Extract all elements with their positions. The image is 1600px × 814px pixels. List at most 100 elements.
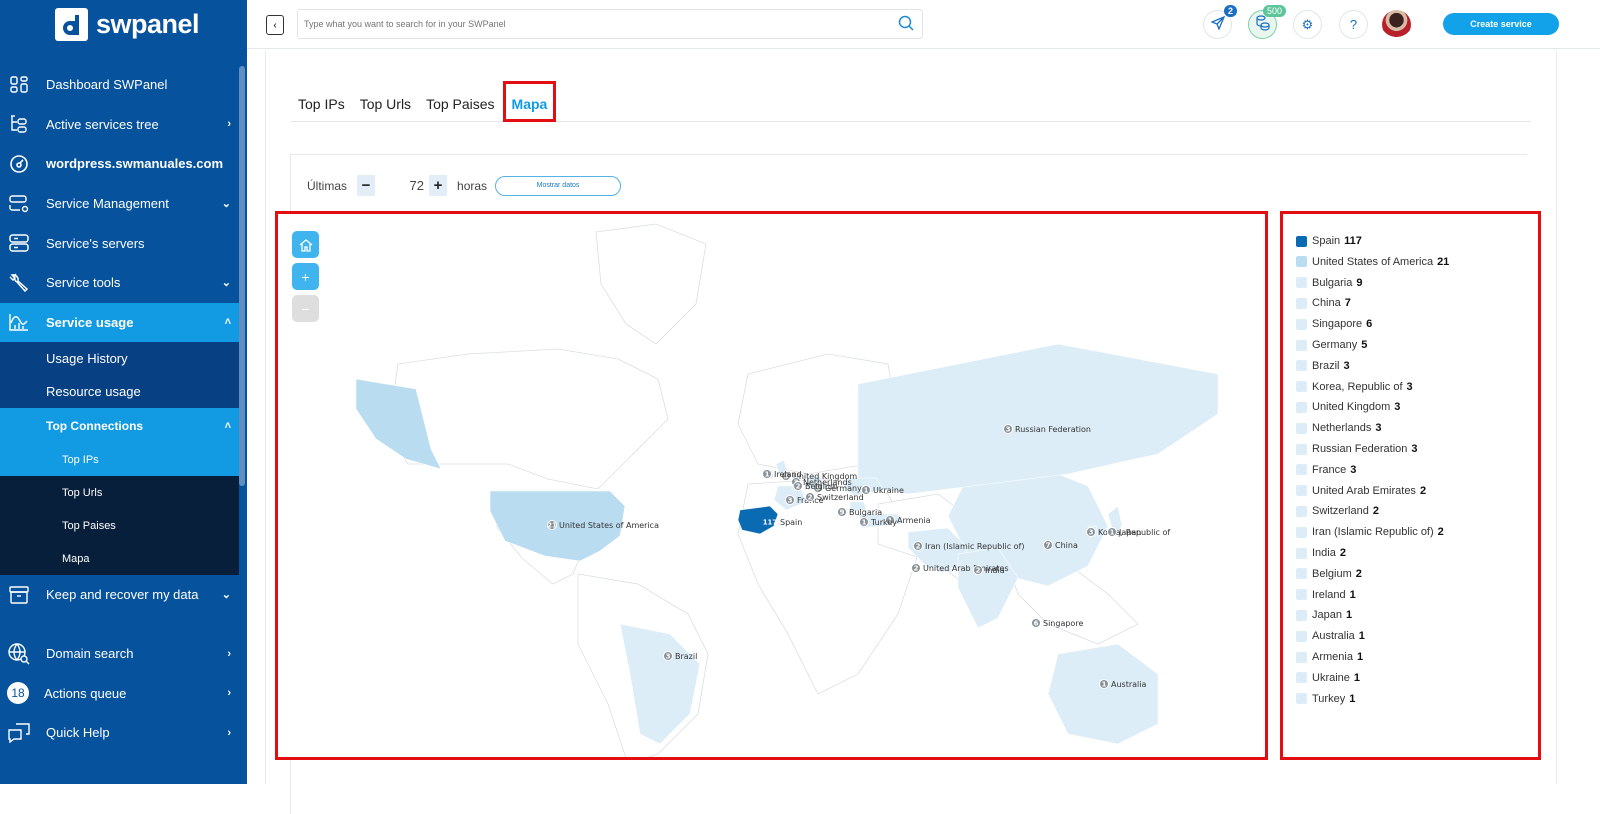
sidebar-item-label: Usage History — [46, 351, 128, 367]
legend-item-india[interactable]: India 2 — [1296, 544, 1346, 562]
map-legend: Spain 117 United States of America 21 Bulgar… — [1280, 211, 1541, 760]
legend-item-switzerland[interactable]: Switzerland 2 — [1296, 502, 1379, 520]
legend-item-ukraine[interactable]: Ukraine 1 — [1296, 669, 1360, 687]
sidebar-item-mapa[interactable]: Mapa — [0, 542, 239, 575]
map-zoom-out-button[interactable]: − — [292, 295, 319, 322]
country-australia[interactable] — [1047, 643, 1159, 745]
help-button[interactable]: ? — [1339, 10, 1368, 39]
marker-iran-islamic-republic-of[interactable]: 2 Iran (Islamic Republic of) — [913, 541, 1025, 552]
marker-belgium[interactable]: 2 Belgium — [793, 481, 839, 492]
marker-label: Japan — [1118, 528, 1141, 537]
map-home-button[interactable] — [292, 231, 319, 258]
marker-value: 21 — [547, 522, 557, 530]
tab-mapa[interactable]: Mapa — [502, 81, 557, 122]
legend-item-belgium[interactable]: Belgium 2 — [1296, 565, 1362, 583]
legend-country-value: 2 — [1355, 567, 1362, 580]
legend-item-united-arab-emirates[interactable]: United Arab Emirates 2 — [1296, 482, 1426, 500]
sidebar-item-actions-queue[interactable]: 18 Actions queue › — [0, 673, 239, 713]
marker-india[interactable]: 2 India — [973, 565, 1005, 576]
tab-top-paises[interactable]: Top Paises — [419, 90, 502, 121]
marker-bulgaria[interactable]: 9 Bulgaria — [837, 507, 883, 518]
legend-item-singapore[interactable]: Singapore 6 — [1296, 315, 1372, 333]
tab-top-urls[interactable]: Top Urls — [353, 90, 419, 121]
tab-top-ips[interactable]: Top IPs — [291, 90, 353, 121]
legend-swatch — [1296, 422, 1307, 434]
chevron-up-icon: ˄ — [224, 316, 231, 329]
legend-item-france[interactable]: France 3 — [1296, 461, 1356, 479]
marker-singapore[interactable]: 6 Singapore — [1031, 618, 1084, 629]
marker-china[interactable]: 7 China — [1043, 540, 1078, 551]
legend-item-russian-federation[interactable]: Russian Federation 3 — [1296, 440, 1418, 458]
credits-button[interactable]: 500 — [1248, 5, 1286, 39]
sidebar-item-services-servers[interactable]: Service's servers — [0, 223, 239, 263]
hours-input[interactable] — [375, 175, 430, 196]
decrement-button[interactable]: − — [357, 175, 376, 196]
legend-item-united-states-of-america[interactable]: United States of America 21 — [1296, 253, 1449, 271]
legend-item-australia[interactable]: Australia 1 — [1296, 627, 1365, 645]
chevron-right-icon: › — [227, 118, 231, 131]
marker-russian-federation[interactable]: 3 Russian Federation — [1003, 424, 1091, 435]
search-input[interactable] — [298, 10, 878, 38]
sidebar-item-top-ips[interactable]: Top IPs — [0, 443, 239, 477]
send-notifications-button[interactable]: 2 — [1203, 5, 1237, 39]
globe-search-icon — [8, 642, 30, 665]
legend-swatch — [1296, 672, 1307, 684]
marker-australia[interactable]: 1 Australia — [1099, 679, 1147, 690]
legend-country-value: 7 — [1344, 297, 1351, 310]
marker-united-states-of-america[interactable]: 21 United States of America — [547, 520, 659, 531]
increment-button[interactable]: + — [429, 175, 448, 196]
settings-button[interactable]: ⚙ — [1293, 10, 1322, 39]
legend-item-china[interactable]: China 7 — [1296, 294, 1351, 312]
legend-swatch — [1296, 693, 1307, 705]
user-avatar[interactable] — [1382, 10, 1411, 39]
sidebar-item-top-urls[interactable]: Top Urls — [0, 476, 239, 509]
sidebar-item-top-connections[interactable]: Top Connections ˄ — [0, 408, 239, 444]
legend-swatch — [1296, 464, 1307, 476]
country-russian-federation[interactable] — [857, 343, 1219, 495]
legend-item-korea-republic-of[interactable]: Korea, Republic of 3 — [1296, 378, 1413, 396]
show-data-button[interactable]: Mostrar datos — [495, 175, 622, 196]
marker-label: Spain — [780, 518, 802, 527]
legend-country-value: 9 — [1356, 276, 1363, 289]
legend-item-spain[interactable]: Spain 117 — [1296, 232, 1362, 250]
home-icon — [299, 238, 312, 252]
brand-logo[interactable]: swpanel — [55, 8, 200, 41]
marker-label: Russian Federation — [1015, 425, 1091, 434]
marker-brazil[interactable]: 3 Brazil — [663, 651, 698, 662]
legend-item-iran-islamic-republic-of[interactable]: Iran (Islamic Republic of) 2 — [1296, 523, 1444, 541]
sidebar-item-usage-history[interactable]: Usage History — [0, 342, 239, 375]
sidebar-item-service-usage[interactable]: Service usage ˄ — [0, 302, 239, 343]
sidebar-item-active-services-tree[interactable]: Active services tree › — [0, 105, 239, 145]
legend-item-turkey[interactable]: Turkey 1 — [1296, 690, 1355, 708]
sidebar-item-quick-help[interactable]: Quick Help › — [0, 713, 239, 753]
sidebar-item-wordpress-service[interactable]: wordpress.swmanuales.com — [0, 144, 239, 184]
legend-item-netherlands[interactable]: Netherlands 3 — [1296, 419, 1381, 437]
chevron-down-icon: ⌄ — [221, 277, 231, 290]
map-zoom-in-button[interactable]: + — [292, 263, 319, 290]
sidebar-item-domain-search[interactable]: Domain search › — [0, 634, 239, 674]
legend-item-brazil[interactable]: Brazil 3 — [1296, 357, 1350, 375]
legend-item-bulgaria[interactable]: Bulgaria 9 — [1296, 274, 1362, 292]
marker-spain[interactable]: 117 Spain — [763, 518, 803, 527]
marker-japan[interactable]: 1 Japan — [1107, 527, 1142, 538]
legend-item-ireland[interactable]: Ireland 1 — [1296, 586, 1356, 604]
marker-turkey[interactable]: 1 Turkey — [859, 517, 898, 528]
world-map[interactable]: + − 117 Spain 21 United States of America 9 B… — [275, 211, 1268, 760]
legend-item-japan[interactable]: Japan 1 — [1296, 606, 1352, 624]
marker-ukraine[interactable]: 1 Ukraine — [861, 485, 904, 496]
create-service-button[interactable]: Create service — [1443, 13, 1559, 35]
search-icon[interactable] — [898, 15, 914, 36]
marker-ireland[interactable]: 1 Ireland — [762, 469, 802, 480]
sidebar-item-dashboard[interactable]: Dashboard SWPanel — [0, 65, 239, 105]
legend-item-united-kingdom[interactable]: United Kingdom 3 — [1296, 398, 1400, 416]
sidebar-item-top-paises[interactable]: Top Paises — [0, 509, 239, 542]
sidebar-item-service-tools[interactable]: Service tools ⌄ — [0, 263, 239, 303]
sidebar-item-keep-recover-data[interactable]: Keep and recover my data ⌄ — [0, 575, 239, 615]
legend-item-germany[interactable]: Germany 5 — [1296, 336, 1367, 354]
sidebar-item-resource-usage[interactable]: Resource usage — [0, 375, 239, 408]
sidebar-scrollbar[interactable] — [239, 66, 245, 486]
sidebar-item-service-management[interactable]: Service Management ⌄ — [0, 184, 239, 224]
legend-country-value: 5 — [1361, 339, 1368, 351]
legend-item-armenia[interactable]: Armenia 1 — [1296, 648, 1363, 666]
collapse-sidebar-button[interactable]: ‹ — [266, 15, 284, 35]
